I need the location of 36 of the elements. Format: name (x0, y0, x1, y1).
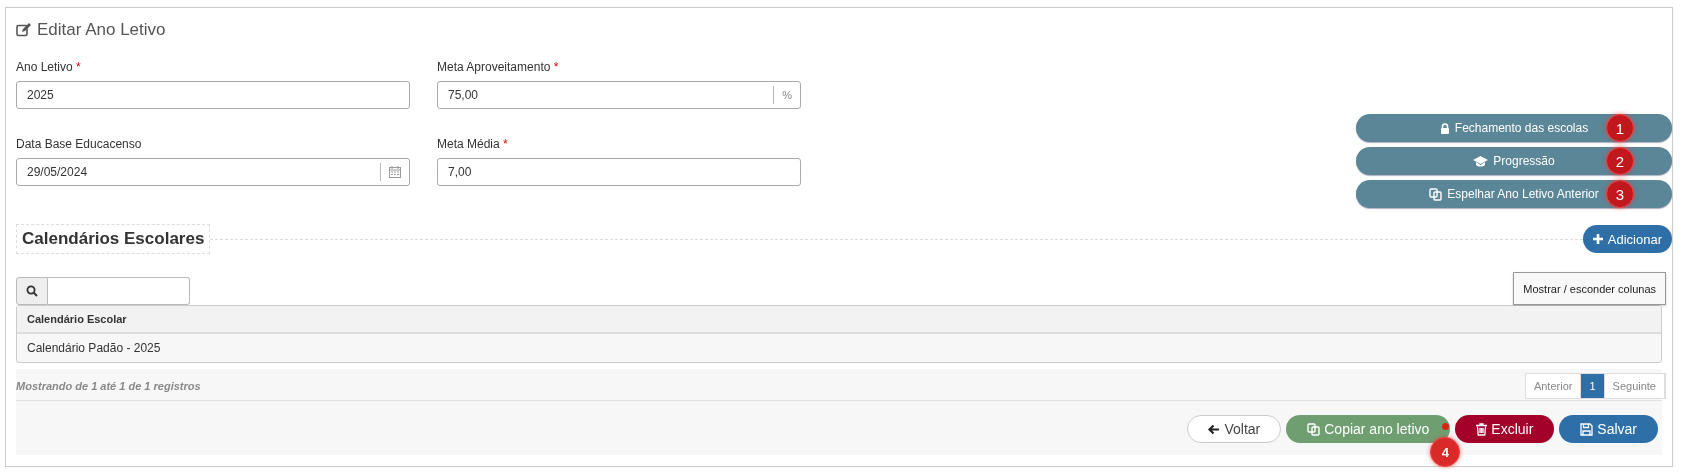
column-header: Calendário Escolar (17, 306, 1661, 334)
trash-icon (1476, 422, 1488, 436)
plus-icon (1592, 234, 1603, 244)
page-button[interactable]: 1 (1581, 374, 1605, 398)
graduation-cap-icon (1473, 155, 1489, 167)
edit-icon (16, 23, 31, 37)
search-field[interactable] (48, 277, 190, 305)
copy-icon (1429, 187, 1443, 201)
delete-button[interactable]: Excluir (1455, 415, 1555, 443)
percent-addon: % (773, 86, 800, 104)
input-field[interactable]: 29/05/2024 (16, 158, 410, 186)
panel-title: Editar Ano Letivo (37, 20, 166, 40)
number-badge: 1 (1606, 114, 1634, 142)
side-button[interactable]: Espelhar Ano Letivo Anterior 3 (1356, 180, 1672, 208)
input-field[interactable]: 2025 (16, 81, 410, 109)
pointer-dot (1442, 423, 1450, 430)
copy-icon (1307, 422, 1321, 436)
field-label: Meta Aproveitamento * (437, 60, 560, 74)
records-info: Mostrando de 1 até 1 de 1 registros (16, 380, 201, 392)
side-button[interactable]: Progressão 2 (1356, 147, 1672, 175)
save-button[interactable]: Salvar (1559, 415, 1658, 443)
arrow-left-icon (1208, 423, 1221, 435)
number-badge: 4 (1430, 437, 1461, 467)
toggle-columns-button[interactable]: Mostrar / esconder colunas (1513, 272, 1666, 305)
lock-icon (1439, 122, 1450, 134)
table-cell-text: Calendário Padão - 2025 (26, 340, 162, 357)
side-button[interactable]: Fechamento das escolas 1 (1356, 114, 1672, 142)
add-button[interactable]: Adicionar (1582, 225, 1672, 253)
number-badge: 2 (1606, 147, 1634, 175)
section-title: Calendários Escolares (16, 224, 211, 254)
field-label: Data Base Educacenso (16, 137, 143, 151)
input-field[interactable]: 7,00 (437, 158, 801, 186)
field-label: Ano Letivo * (16, 60, 82, 74)
back-button[interactable]: Voltar (1187, 415, 1282, 443)
number-badge: 3 (1606, 180, 1634, 208)
field-label: Meta Média * (437, 137, 509, 151)
